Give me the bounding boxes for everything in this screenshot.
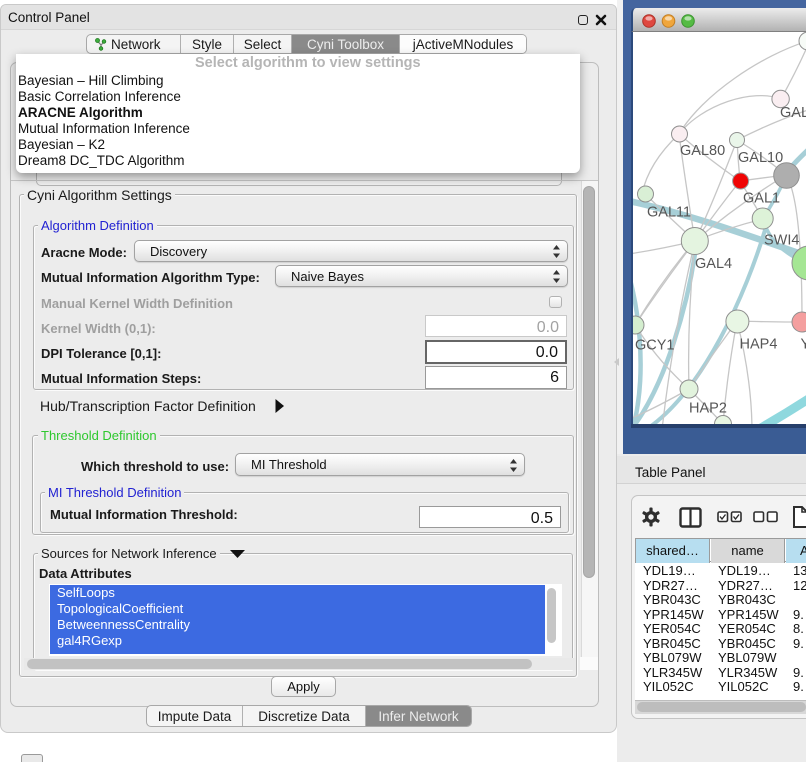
svg-text:GAL10: GAL10 [738, 150, 783, 166]
svg-text:GAL80: GAL80 [680, 143, 725, 159]
svg-text:GAL1: GAL1 [743, 191, 780, 207]
svg-text:Y: Y [801, 337, 806, 353]
svg-text:SWI4: SWI4 [764, 233, 799, 249]
svg-text:GCY1: GCY1 [635, 338, 675, 354]
svg-text:GAL11: GAL11 [647, 205, 691, 221]
svg-text:GAL4: GAL4 [695, 256, 732, 272]
svg-text:HAP4: HAP4 [740, 337, 778, 353]
svg-text:GAL7: GAL7 [780, 105, 806, 121]
svg-text:HAP2: HAP2 [689, 401, 727, 417]
